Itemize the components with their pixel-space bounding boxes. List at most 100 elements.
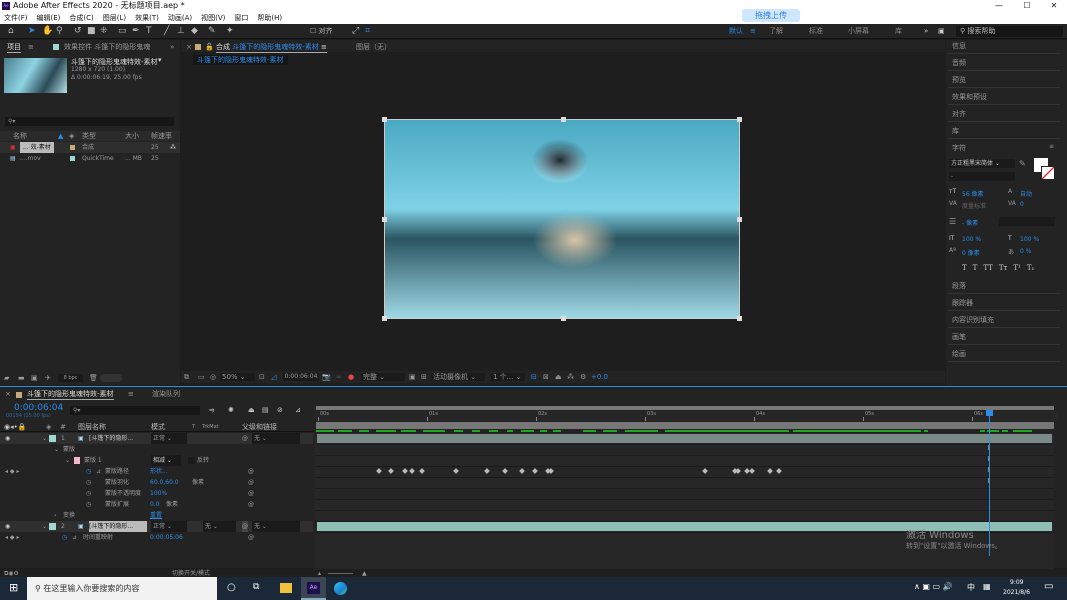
playhead[interactable] — [989, 411, 991, 556]
layer-name[interactable]: [斗篷下的隐形... — [89, 521, 147, 532]
label-column-icon[interactable]: ◈ — [69, 131, 74, 141]
work-area-bar[interactable] — [316, 406, 1054, 410]
panel-section-bottom-3[interactable]: 画笔 — [948, 329, 1060, 345]
align-checkbox[interactable]: ☐ 对齐 — [310, 26, 333, 37]
after-effects-taskbar-icon[interactable]: Ae — [301, 577, 326, 600]
task-view-icon[interactable]: ⧉ — [253, 582, 259, 592]
stopwatch-icon[interactable]: ◷ — [86, 477, 91, 488]
exposure-icon[interactable]: ⚙ — [580, 371, 586, 383]
menu-item[interactable]: 视图(V) — [201, 12, 225, 24]
current-time[interactable]: 0:00:06:04 — [14, 403, 63, 413]
tab-effect-controls[interactable]: 效果控件 斗篷下的隐形鬼魂 — [64, 42, 150, 52]
taskbar-search-input[interactable]: ⚲ 在这里输入你要搜索的内容 — [27, 577, 217, 600]
zoom-select[interactable]: 50% ⌄ — [220, 373, 255, 381]
time-remap-value[interactable]: 0:00:05:06 — [150, 532, 183, 543]
expand-icon[interactable]: ⌄ — [65, 455, 70, 466]
lock-icon[interactable]: 🔓 — [205, 42, 214, 52]
snap-icon[interactable]: ⤢ — [352, 26, 359, 37]
stopwatch-icon[interactable]: ◷ — [86, 488, 91, 499]
property-value[interactable]: 0.0 — [150, 499, 160, 510]
text-tool-icon[interactable]: T — [146, 26, 152, 37]
dropdown-icon[interactable]: ▾ — [158, 56, 162, 64]
menu-item[interactable]: 编辑(E) — [37, 12, 61, 24]
pickwhip-icon[interactable]: @ — [248, 532, 254, 543]
rotate-tool-icon[interactable]: ↺ — [74, 26, 82, 37]
pickwhip-icon[interactable]: @ — [248, 466, 254, 477]
tracking-value[interactable]: 0 — [1020, 201, 1024, 208]
composition-viewer[interactable] — [382, 117, 742, 321]
snapshot-icon[interactable]: 📷 — [322, 371, 331, 383]
visibility-icon[interactable]: ◉ — [5, 521, 10, 532]
selection-tool-icon[interactable]: ➤ — [28, 26, 36, 37]
ime-indicator[interactable]: 中 — [967, 582, 975, 593]
clock-time[interactable]: 9:09 — [1010, 579, 1023, 586]
keyframe-nav[interactable]: ◂ ◆ ▸ — [5, 532, 19, 543]
reset-link[interactable]: 重置 — [150, 510, 162, 521]
clone-tool-icon[interactable]: ⊥ — [177, 26, 185, 37]
mode-select[interactable]: 正常 ⌄ — [151, 433, 187, 444]
tsume-value[interactable]: 0 % — [1020, 248, 1031, 255]
workspace-tab[interactable]: 了解 — [769, 26, 783, 37]
stopwatch-icon[interactable]: ◷ — [62, 532, 67, 543]
column-fps[interactable]: 帧速率 — [151, 131, 172, 141]
text-style-button[interactable]: T¹ — [1013, 264, 1020, 272]
font-style-select[interactable]: - — [949, 172, 1015, 181]
project-search-input[interactable]: ⚲▾ — [5, 117, 174, 126]
expand-icon[interactable]: › — [54, 510, 56, 521]
panel-section-3[interactable]: 效果和预设 — [948, 89, 1060, 105]
menu-item[interactable]: 文件(F) — [4, 12, 28, 24]
panel-section-4[interactable]: 对齐 — [948, 106, 1060, 122]
frame-blending-icon[interactable]: ▤ — [262, 406, 269, 414]
text-style-button[interactable]: Tт — [999, 264, 1008, 272]
keyframe[interactable] — [518, 468, 525, 474]
zoom-tool-icon[interactable]: ⚲ — [56, 26, 63, 37]
expand-icon[interactable]: ⌄ — [42, 521, 47, 532]
keyframe[interactable] — [453, 468, 460, 474]
property-value[interactable]: 60.0,60.0 — [150, 477, 179, 488]
keyframe-nav[interactable]: ◂ ◆ ▸ — [5, 466, 19, 477]
keyframe[interactable] — [776, 468, 782, 474]
home-icon[interactable]: ⌂ — [8, 26, 14, 37]
roto-tool-icon[interactable]: ✎ — [208, 26, 216, 37]
stroke-type-select[interactable] — [999, 217, 1055, 226]
timeline-zoom-slider[interactable] — [328, 573, 353, 574]
pickwhip-icon[interactable]: @ — [248, 488, 254, 499]
workspace-tab[interactable]: 标准 — [809, 26, 823, 37]
mode-select[interactable]: 正常 ⌄ — [151, 521, 187, 532]
exposure-value[interactable]: +0.0 — [591, 371, 608, 383]
delete-icon[interactable]: 🗑 — [89, 372, 98, 384]
thumbnail-slider[interactable] — [100, 374, 122, 382]
menu-item[interactable]: 合成(C) — [69, 12, 93, 24]
pickwhip-icon[interactable]: @ — [248, 477, 254, 488]
text-style-button[interactable]: TT — [983, 264, 992, 272]
trkmat-select[interactable]: 无 ⌄ — [203, 521, 236, 532]
panel-section-bottom-4[interactable]: 绘画 — [948, 346, 1060, 362]
motion-blur-icon[interactable]: ⊘ — [277, 406, 283, 414]
layer-name[interactable]: [斗篷下的隐形... — [89, 433, 133, 444]
panel-section-5[interactable]: 库 — [948, 123, 1060, 139]
panel-section-bottom-2[interactable]: 内容识别填充 — [948, 312, 1060, 328]
menu-item[interactable]: 效果(T) — [135, 12, 159, 24]
graph-editor-icon[interactable]: ⊿ — [295, 406, 301, 414]
pen-tool-icon[interactable]: ✒ — [132, 26, 140, 37]
fast-preview-icon[interactable]: ▣ — [409, 371, 416, 383]
pickwhip-icon[interactable]: @ — [242, 433, 248, 444]
expand-icon[interactable]: ⌄ — [42, 433, 47, 444]
anchor-tool-icon[interactable]: ⁜ — [100, 26, 108, 37]
more-workspaces[interactable]: » — [924, 26, 928, 37]
property-value[interactable]: 100% — [150, 488, 167, 499]
menu-item[interactable]: 图层(L) — [103, 12, 126, 24]
help-search-input[interactable]: ⚲ 搜索帮助 — [956, 26, 1063, 37]
close-button[interactable]: ✕ — [1041, 0, 1067, 12]
tray-icons[interactable]: ∧ ▣ ▭ 🔊 — [914, 582, 953, 591]
panel-section-0[interactable]: 信息 — [948, 38, 1060, 54]
panel-section-1[interactable]: 音频 — [948, 55, 1060, 71]
flowchart-icon[interactable]: ⁂ — [170, 142, 176, 153]
ime-mode-icon[interactable]: ▦ — [983, 582, 991, 591]
keyframe[interactable] — [748, 468, 755, 474]
rectangle-tool-icon[interactable]: ▭ — [118, 26, 127, 37]
column-parent[interactable]: 父级和链接 — [242, 423, 277, 432]
menu-item[interactable]: 动画(A) — [168, 12, 192, 24]
menu-item[interactable]: 帮助(H) — [257, 12, 282, 24]
maximize-button[interactable]: ☐ — [1014, 0, 1040, 12]
